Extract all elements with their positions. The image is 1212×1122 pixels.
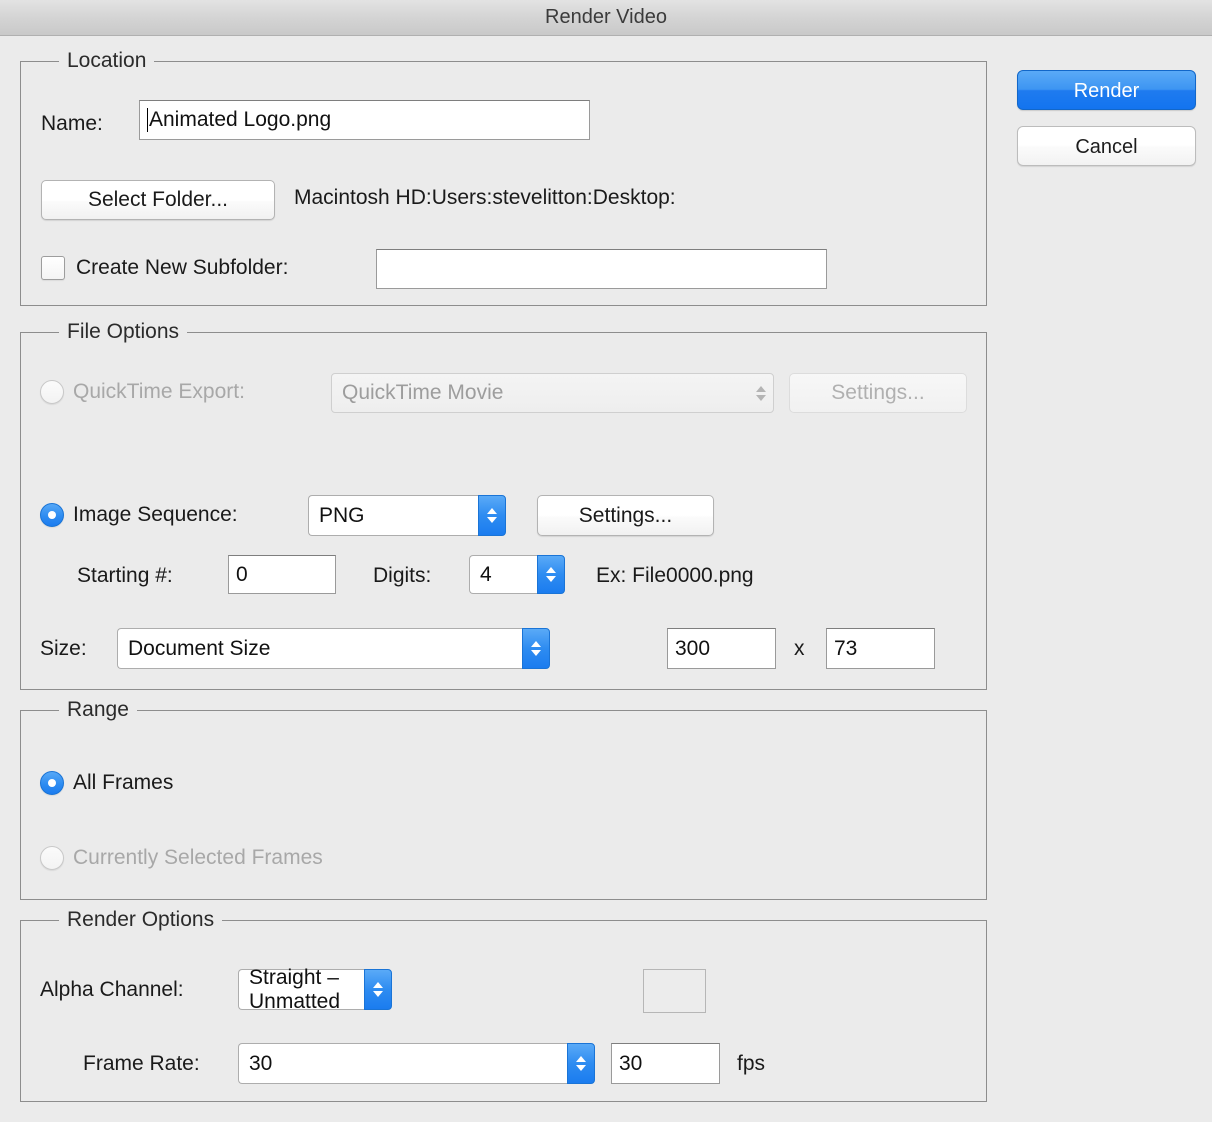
chevron-updown-icon[interactable] <box>537 555 565 594</box>
digits-value: 4 <box>469 555 537 594</box>
size-separator-label: x <box>794 637 805 660</box>
chevron-updown-icon[interactable] <box>364 969 392 1010</box>
create-subfolder-label: Create New Subfolder: <box>76 256 289 279</box>
range-panel: Range All Frames Currently Selected Fram… <box>20 698 987 900</box>
size-height-value: 73 <box>834 636 858 660</box>
render-button[interactable]: Render <box>1017 70 1196 110</box>
location-panel-legend: Location <box>59 49 155 73</box>
chevron-updown-icon[interactable] <box>567 1043 595 1084</box>
name-input[interactable]: Animated Logo.png <box>139 100 590 140</box>
chevron-updown-icon[interactable] <box>478 495 506 536</box>
image-sequence-radio[interactable] <box>40 503 64 527</box>
create-subfolder-checkbox[interactable] <box>41 256 65 280</box>
folder-path-text: Macintosh HD:Users:stevelitton:Desktop: <box>294 186 676 209</box>
quicktime-settings-button[interactable]: Settings... <box>789 373 967 413</box>
starting-number-label: Starting #: <box>77 564 173 587</box>
digits-stepper[interactable]: 4 <box>469 555 565 594</box>
render-options-panel: Render Options Alpha Channel: Straight –… <box>20 908 987 1102</box>
image-sequence-format-select[interactable]: PNG <box>308 495 506 536</box>
image-sequence-settings-button[interactable]: Settings... <box>537 495 714 536</box>
dialog-action-buttons: Render Cancel <box>1017 70 1196 166</box>
frame-rate-label: Frame Rate: <box>83 1052 200 1075</box>
size-width-value: 300 <box>675 636 711 660</box>
name-input-value: Animated Logo.png <box>149 108 332 131</box>
all-frames-radio[interactable] <box>40 771 64 795</box>
chevron-updown-icon[interactable] <box>522 628 550 669</box>
quicktime-format-select[interactable]: QuickTime Movie <box>331 373 774 413</box>
location-panel: Location Name: Animated Logo.png Select … <box>20 49 987 306</box>
fps-label: fps <box>737 1052 766 1075</box>
range-panel-legend: Range <box>59 698 137 722</box>
filename-example-text: Ex: File0000.png <box>596 564 754 587</box>
render-options-panel-legend: Render Options <box>59 908 223 932</box>
alpha-channel-value: Straight – Unmatted <box>238 966 364 1013</box>
frame-rate-number-value: 30 <box>619 1051 643 1075</box>
size-width-input[interactable]: 300 <box>667 628 776 669</box>
file-options-panel: File Options QuickTime Export: QuickTime… <box>20 320 987 690</box>
select-folder-button[interactable]: Select Folder... <box>41 180 275 220</box>
selected-frames-label: Currently Selected Frames <box>73 846 323 869</box>
size-preset-value: Document Size <box>117 628 522 669</box>
starting-number-input[interactable]: 0 <box>228 555 336 594</box>
chevron-updown-icon <box>749 374 773 412</box>
size-height-input[interactable]: 73 <box>826 628 935 669</box>
all-frames-label: All Frames <box>73 771 174 794</box>
quicktime-export-radio[interactable] <box>40 380 64 404</box>
window-titlebar: Render Video <box>0 0 1212 36</box>
digits-label: Digits: <box>373 564 432 587</box>
frame-rate-number-input[interactable]: 30 <box>611 1043 720 1084</box>
subfolder-input[interactable] <box>376 249 827 289</box>
image-sequence-format-value: PNG <box>308 495 478 536</box>
quicktime-format-value: QuickTime Movie <box>342 381 504 404</box>
alpha-channel-select[interactable]: Straight – Unmatted <box>238 966 392 1013</box>
frame-rate-value: 30 <box>238 1043 567 1084</box>
size-label: Size: <box>40 637 87 660</box>
cancel-button[interactable]: Cancel <box>1017 126 1196 166</box>
window-title: Render Video <box>545 6 667 28</box>
selected-frames-radio[interactable] <box>40 846 64 870</box>
alpha-channel-label: Alpha Channel: <box>40 978 184 1001</box>
quicktime-export-label: QuickTime Export: <box>73 380 245 403</box>
file-options-panel-legend: File Options <box>59 320 188 344</box>
name-label: Name: <box>41 112 103 135</box>
image-sequence-label: Image Sequence: <box>73 503 238 526</box>
starting-number-value: 0 <box>236 562 248 586</box>
size-preset-select[interactable]: Document Size <box>117 628 550 669</box>
frame-rate-select[interactable]: 30 <box>238 1043 595 1084</box>
matte-color-well[interactable] <box>643 969 706 1013</box>
